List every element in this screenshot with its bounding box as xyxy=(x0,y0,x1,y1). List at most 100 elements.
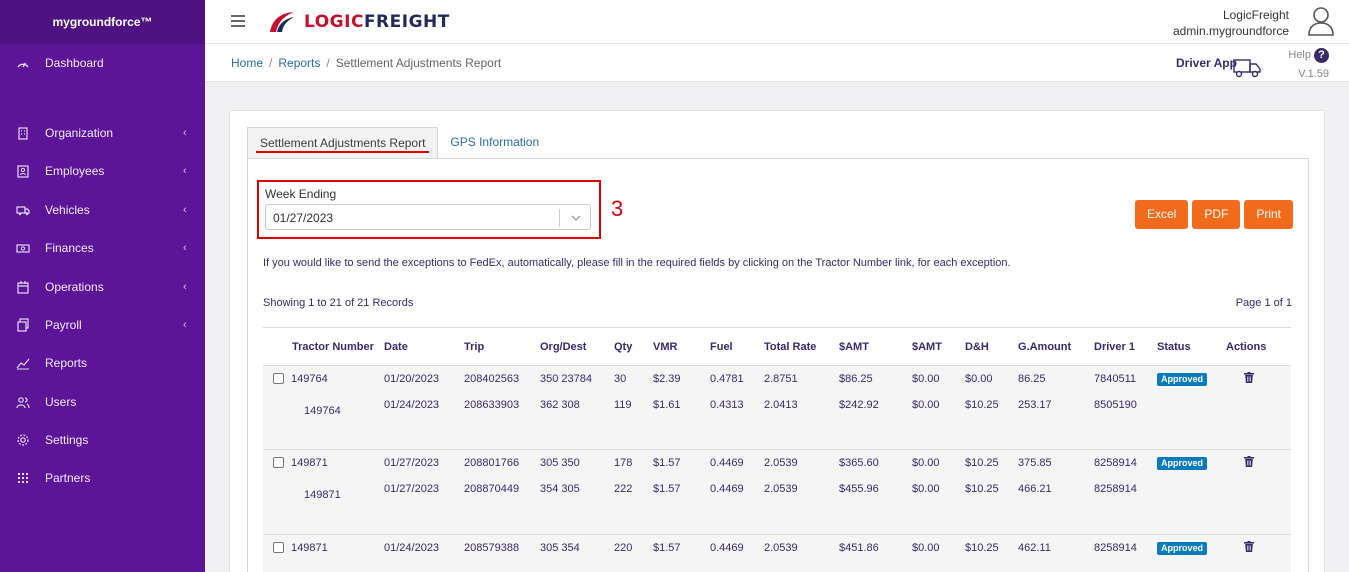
column-header[interactable]: Status xyxy=(1157,327,1226,366)
status-cell: Approved xyxy=(1157,534,1226,572)
driver-app-link[interactable]: Driver App xyxy=(1176,56,1237,70)
dh-value: $10.25 xyxy=(965,399,999,411)
row-checkbox[interactable] xyxy=(273,542,284,553)
actions-cell xyxy=(1226,365,1291,450)
fuel-cell: 0.4781 0.4313 xyxy=(710,365,764,450)
trip-value: 208870449 xyxy=(464,483,520,495)
column-header[interactable]: D&H xyxy=(965,327,1018,366)
column-header[interactable]: Fuel xyxy=(710,327,764,366)
row-checkbox[interactable] xyxy=(273,373,284,384)
amt1-value: $455.96 xyxy=(839,483,879,495)
status-badge: Approved xyxy=(1157,373,1208,386)
vmr-cell: $1.57 xyxy=(653,534,710,572)
column-header[interactable]: Total Rate xyxy=(764,327,839,366)
driver-value: 8258914 xyxy=(1094,483,1137,495)
tractor-number-link[interactable]: 149764 xyxy=(263,392,384,418)
column-header[interactable]: Actions xyxy=(1226,327,1291,366)
driver-value: 7840511 xyxy=(1094,373,1137,385)
dh-value: $10.25 xyxy=(965,483,999,495)
column-header[interactable]: Tractor Number xyxy=(263,327,384,366)
date-value: 01/24/2023 xyxy=(384,399,440,411)
pdf-button[interactable]: PDF xyxy=(1192,200,1241,229)
users-icon xyxy=(16,395,30,409)
org-cell: 350 23784 362 308 xyxy=(540,365,614,450)
report-card: Settlement Adjustments Report GPS Inform… xyxy=(229,110,1325,572)
sidebar-item-operations[interactable]: Operations ‹ xyxy=(0,272,205,302)
tab-gps-information[interactable]: GPS Information xyxy=(438,127,551,159)
sidebar-item-dashboard[interactable]: Dashboard xyxy=(0,48,205,78)
sidebar-item-label: Payroll xyxy=(45,318,82,332)
sidebar: mygroundforce™ Dashboard Organization ‹ Emp… xyxy=(0,0,205,572)
fuel-value: 0.4469 xyxy=(710,457,744,469)
breadcrumb-home[interactable]: Home xyxy=(231,56,263,70)
tractor-number-link[interactable]: 149764 xyxy=(291,373,328,385)
hamburger-menu-icon[interactable] xyxy=(231,15,245,27)
amt1-cell: $365.60 $455.96 xyxy=(839,449,912,535)
truck-icon[interactable] xyxy=(1233,56,1261,78)
sidebar-item-label: Reports xyxy=(45,356,88,370)
table-header-row: Tractor Number Date Trip Org/Dest Qty VMR Fuel… xyxy=(263,327,1291,366)
user-avatar-icon[interactable] xyxy=(1307,6,1335,36)
sidebar-item-users[interactable]: Users xyxy=(0,387,205,417)
actions-cell xyxy=(1226,449,1291,535)
gamt-value: 253.17 xyxy=(1018,399,1052,411)
amt2-value: $0.00 xyxy=(912,483,940,495)
trash-icon[interactable] xyxy=(1244,541,1254,552)
tractor-number-link[interactable]: 149871 xyxy=(263,476,384,502)
row-checkbox[interactable] xyxy=(273,457,284,468)
column-header[interactable]: Driver 1 xyxy=(1094,327,1157,366)
column-header[interactable]: Date xyxy=(384,327,464,366)
sidebar-item-employees[interactable]: Employees ‹ xyxy=(0,156,205,186)
sidebar-item-payroll[interactable]: Payroll ‹ xyxy=(0,310,205,340)
sidebar-item-organization[interactable]: Organization ‹ xyxy=(0,118,205,148)
user-info[interactable]: LogicFreight admin.mygroundforce xyxy=(1173,7,1289,39)
org-value: 350 23784 xyxy=(540,373,592,385)
print-button[interactable]: Print xyxy=(1244,200,1293,229)
sidebar-item-finances[interactable]: Finances ‹ xyxy=(0,233,205,263)
sidebar-item-vehicles[interactable]: Vehicles ‹ xyxy=(0,195,205,225)
vmr-cell: $1.57 $1.57 xyxy=(653,449,710,535)
tab-settlement-adjustments[interactable]: Settlement Adjustments Report xyxy=(247,127,439,159)
amt1-value: $365.60 xyxy=(839,457,879,469)
column-header[interactable]: VMR xyxy=(653,327,710,366)
sidebar-item-reports[interactable]: Reports xyxy=(0,348,205,378)
tractor-number-link[interactable]: 149871 xyxy=(291,542,328,554)
driver-cell: 7840511 8505190 xyxy=(1094,365,1157,450)
week-ending-select[interactable]: 01/27/2023 xyxy=(265,204,591,230)
trash-icon[interactable] xyxy=(1244,372,1254,383)
amt1-value: $86.25 xyxy=(839,373,873,385)
amt1-value: $451.86 xyxy=(839,542,879,554)
org-cell: 305 350 354 305 xyxy=(540,449,614,535)
logo-text: LOGICFREIGHT xyxy=(304,12,450,32)
column-header[interactable]: G.Amount xyxy=(1018,327,1094,366)
logo[interactable]: LOGICFREIGHT xyxy=(268,8,450,36)
column-header[interactable]: $AMT xyxy=(912,327,965,366)
trash-icon[interactable] xyxy=(1244,456,1254,467)
column-header[interactable]: Qty xyxy=(614,327,653,366)
export-buttons: Excel PDF Print xyxy=(1134,200,1293,229)
amt2-value: $0.00 xyxy=(912,399,940,411)
chevron-down-icon[interactable] xyxy=(570,209,582,230)
amt2-cell: $0.00 $0.00 xyxy=(912,365,965,450)
status-cell: Approved xyxy=(1157,365,1226,450)
column-header[interactable]: Org/Dest xyxy=(540,327,614,366)
money-icon xyxy=(16,241,30,255)
sidebar-item-label: Employees xyxy=(45,164,105,178)
sidebar-item-settings[interactable]: Settings xyxy=(0,425,205,455)
date-value: 01/24/2023 xyxy=(384,542,440,554)
chevron-left-icon: ‹ xyxy=(183,281,187,293)
breadcrumb: Home / Reports / Settlement Adjustments Repo… xyxy=(231,56,501,70)
breadcrumb-separator: / xyxy=(269,56,273,70)
org-cell: 305 354 xyxy=(540,534,614,572)
column-header[interactable]: Trip xyxy=(464,327,540,366)
sidebar-brand: mygroundforce™ xyxy=(0,0,205,44)
sidebar-item-partners[interactable]: Partners xyxy=(0,463,205,493)
tractor-number-link[interactable]: 149871 xyxy=(291,457,328,469)
column-header[interactable]: $AMT xyxy=(839,327,912,366)
breadcrumb-reports[interactable]: Reports xyxy=(278,56,320,70)
excel-button[interactable]: Excel xyxy=(1134,200,1189,229)
help-icon[interactable]: ? xyxy=(1314,47,1329,63)
chevron-left-icon: ‹ xyxy=(183,204,187,216)
chevron-left-icon: ‹ xyxy=(183,242,187,254)
help-area[interactable]: Help? V.1.59 xyxy=(1288,47,1329,82)
